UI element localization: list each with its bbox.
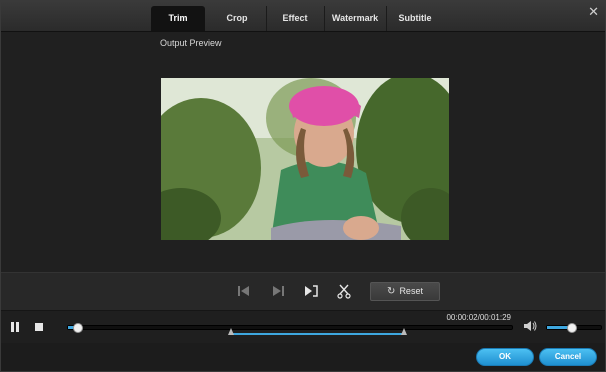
next-marker-icon[interactable] [270, 283, 286, 299]
stop-icon[interactable] [34, 322, 44, 332]
progress-track[interactable] [67, 323, 513, 333]
video-frame-image [161, 78, 449, 240]
timeline-bar: 00:00:02/00:01:29 [1, 310, 605, 343]
speaker-icon[interactable] [523, 320, 537, 332]
tab-subtitle[interactable]: Subtitle [386, 6, 444, 31]
trim-range [231, 333, 405, 335]
reset-button[interactable]: ↻ Reset [370, 282, 440, 301]
previous-marker-icon[interactable] [236, 283, 252, 299]
output-preview-label: Output Preview [160, 38, 222, 48]
cancel-button[interactable]: Cancel [539, 348, 597, 366]
dialog-footer: OK Cancel [1, 343, 605, 371]
split-scissors-icon[interactable] [336, 283, 352, 299]
pause-icon[interactable] [9, 321, 21, 333]
tab-bar: Trim Crop Effect Watermark Subtitle ✕ [1, 1, 605, 32]
reset-label: Reset [399, 286, 423, 296]
tab-watermark[interactable]: Watermark [324, 6, 387, 31]
undo-arrow-icon: ↻ [387, 286, 396, 297]
progress-knob[interactable] [72, 323, 83, 333]
tab-effect[interactable]: Effect [266, 6, 325, 31]
trim-start-handle[interactable] [228, 328, 235, 335]
trim-controls-bar: ↻ Reset [1, 272, 605, 310]
trim-dialog: Trim Crop Effect Watermark Subtitle ✕ Ou… [0, 0, 606, 372]
tab-trim[interactable]: Trim [151, 6, 205, 31]
set-trim-point-icon[interactable] [303, 283, 319, 299]
timecode: 00:00:02/00:01:29 [446, 313, 511, 322]
volume-knob[interactable] [567, 323, 578, 333]
ok-button[interactable]: OK [476, 348, 534, 366]
volume-slider[interactable] [546, 323, 602, 333]
video-preview [161, 78, 449, 240]
trim-end-handle[interactable] [401, 328, 408, 335]
tab-crop[interactable]: Crop [208, 6, 267, 31]
close-icon[interactable]: ✕ [588, 4, 599, 20]
